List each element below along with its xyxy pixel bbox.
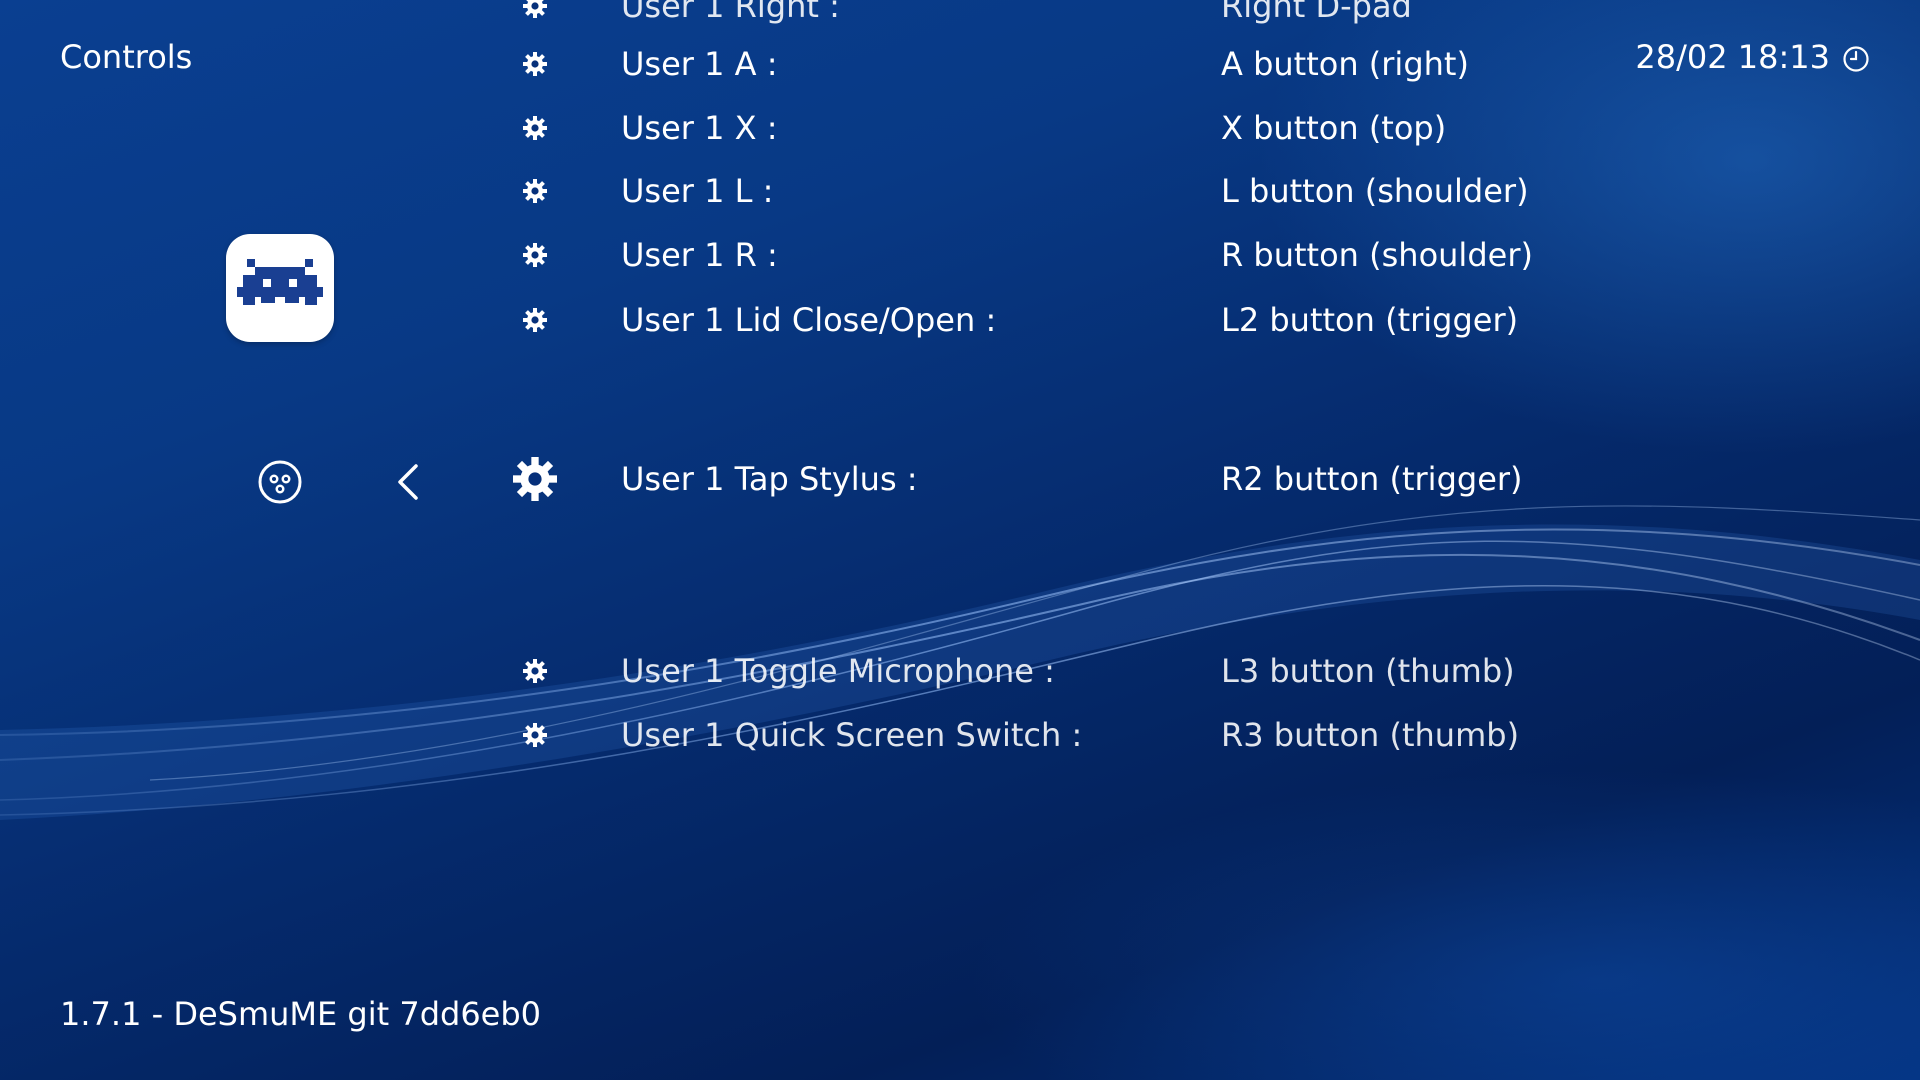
quick-menu-icon[interactable] [254, 456, 306, 508]
list-item[interactable]: User 1 Quick Screen Switch : R3 button (… [510, 710, 1610, 760]
page-title: Controls [60, 38, 193, 76]
control-value: L2 button (trigger) [1221, 301, 1519, 339]
list-item[interactable]: User 1 Toggle Microphone : L3 button (th… [510, 646, 1610, 696]
retroarch-logo [226, 234, 334, 342]
list-item[interactable]: User 1 Lid Close/Open : L2 button (trigg… [510, 295, 1610, 345]
list-item[interactable]: User 1 X : X button (top) [510, 103, 1610, 153]
gear-icon [510, 243, 560, 267]
clock: 28/02 18:13 [1635, 38, 1870, 76]
retroarch-invader-icon [237, 259, 323, 317]
control-label: User 1 L : [621, 172, 774, 210]
control-value: R2 button (trigger) [1221, 460, 1523, 498]
control-value: L3 button (thumb) [1221, 652, 1515, 690]
control-label: User 1 Quick Screen Switch : [621, 716, 1083, 754]
control-value: X button (top) [1221, 109, 1447, 147]
gear-icon [510, 116, 560, 140]
control-label: User 1 Tap Stylus : [621, 460, 918, 498]
gear-icon [510, 723, 560, 747]
core-version: 1.7.1 - DeSmuME git 7dd6eb0 [60, 995, 542, 1033]
clock-icon [1842, 43, 1870, 72]
control-value: R button (shoulder) [1221, 236, 1533, 274]
list-item-selected[interactable]: User 1 Tap Stylus : R2 button (trigger) [510, 454, 1610, 504]
control-label: User 1 Right : [621, 0, 840, 25]
control-label: User 1 Toggle Microphone : [621, 652, 1055, 690]
control-label: User 1 X : [621, 109, 778, 147]
list-item[interactable]: User 1 R : R button (shoulder) [510, 230, 1610, 280]
clock-text: 28/02 18:13 [1635, 38, 1830, 76]
gear-icon [510, 179, 560, 203]
gear-icon [510, 659, 560, 683]
background-glow [0, 0, 1920, 1080]
gear-icon [510, 457, 560, 501]
list-item[interactable]: User 1 L : L button (shoulder) [510, 166, 1610, 216]
gear-icon [510, 0, 560, 18]
control-value: R3 button (thumb) [1221, 716, 1520, 754]
background-waves [0, 505, 1920, 820]
control-label: User 1 R : [621, 236, 778, 274]
gear-icon [510, 308, 560, 332]
control-value: A button (right) [1221, 45, 1469, 83]
control-value: L button (shoulder) [1221, 172, 1529, 210]
control-label: User 1 A : [621, 45, 778, 83]
control-label: User 1 Lid Close/Open : [621, 301, 997, 339]
list-item[interactable]: User 1 A : A button (right) [510, 39, 1610, 89]
list-item[interactable]: User 1 Right : Right D-pad [510, 0, 1610, 31]
gear-icon [510, 52, 560, 76]
control-value: Right D-pad [1221, 0, 1412, 25]
chevron-left-icon[interactable] [390, 456, 426, 508]
